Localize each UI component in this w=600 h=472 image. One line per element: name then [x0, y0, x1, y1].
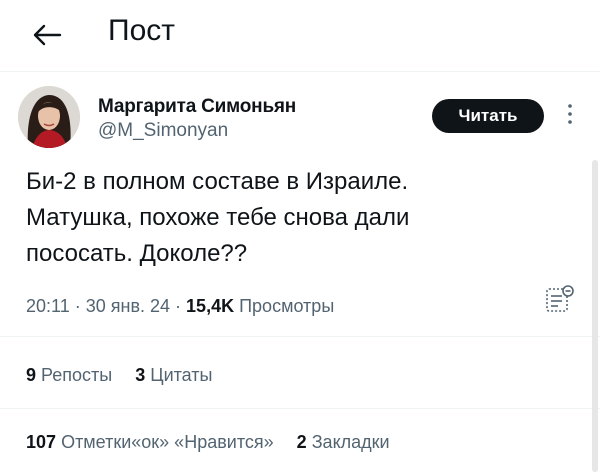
quotes-stat[interactable]: 3 Цитаты: [135, 365, 212, 385]
tweet-text-line: Матушка, похоже тебе снова дали: [26, 204, 410, 231]
follow-button[interactable]: Читать: [432, 99, 544, 133]
likes-label: Отметки«ок» «Нравится»: [61, 432, 274, 452]
tweet-text-line: Би-2 в полном составе в Израиле.: [26, 168, 409, 195]
avatar[interactable]: [18, 86, 80, 148]
top-bar: Пост: [0, 0, 600, 72]
bookmarks-label: Закладки: [311, 432, 390, 452]
reposts-stat[interactable]: 9 Репосты: [26, 365, 112, 385]
stats-row-reposts: 9 Репосты 3 Цитаты: [26, 365, 230, 386]
tweet-text: Би-2 в полном составе в Израиле. Матушка…: [26, 164, 546, 272]
page-title: Пост: [108, 14, 175, 47]
author-name[interactable]: Маргарита Симоньян: [98, 96, 296, 118]
bookmarks-stat[interactable]: 2 Закладки: [297, 432, 390, 452]
analytics-icon[interactable]: [543, 283, 577, 317]
views-label: Просмотры: [239, 296, 335, 316]
reposts-count: 9: [26, 365, 37, 385]
reposts-label: Репосты: [41, 365, 113, 385]
divider: [0, 408, 600, 409]
bookmarks-count: 2: [296, 432, 307, 452]
quotes-label: Цитаты: [150, 365, 213, 385]
more-options-icon[interactable]: [563, 100, 577, 130]
tweet-meta: 20:11 · 30 янв. 24 · 15,4K Просмотры: [26, 296, 334, 317]
likes-count: 107: [26, 432, 57, 452]
quotes-count: 3: [135, 365, 146, 385]
tweet-time[interactable]: 20:11: [26, 296, 70, 316]
arrow-left-icon[interactable]: [30, 20, 64, 50]
meta-separator: ·: [175, 296, 187, 316]
likes-stat[interactable]: 107 Отметки«ок» «Нравится»: [26, 432, 274, 452]
meta-separator: ·: [74, 296, 86, 316]
views-count: 15,4K: [186, 296, 235, 316]
tweet-date[interactable]: 30 янв. 24: [86, 296, 170, 316]
author-handle[interactable]: @M_Simonyan: [98, 120, 228, 142]
stats-row-likes: 107 Отметки«ок» «Нравится» 2 Закладки: [26, 432, 408, 453]
divider: [0, 336, 600, 337]
tweet-text-line: пососать. Доколе??: [26, 240, 248, 267]
scrollbar[interactable]: [592, 160, 598, 472]
